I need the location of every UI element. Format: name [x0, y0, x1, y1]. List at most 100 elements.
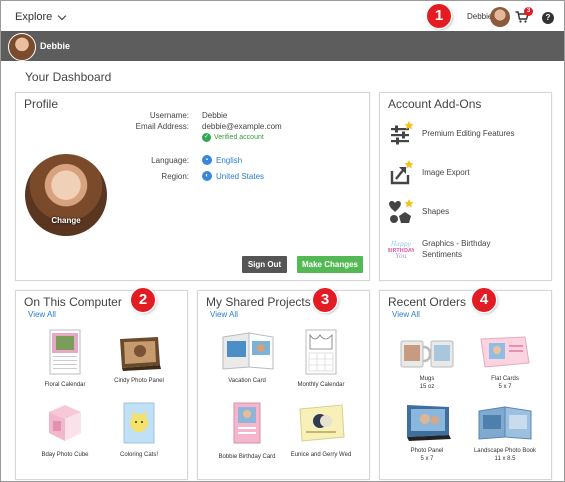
- photo-panel-thumbnail: [120, 337, 161, 371]
- mugs-thumbnail: [400, 340, 454, 368]
- sign-out-button[interactable]: Sign Out: [242, 256, 287, 273]
- project-item[interactable]: Vacation Card: [212, 331, 282, 385]
- profile-panel: Profile Change Username: Debbie Email Ad…: [15, 92, 370, 281]
- project-label: Cindy Photo Panel: [114, 378, 164, 384]
- on-computer-panel: On This Computer View All Floral Calenda…: [15, 290, 188, 480]
- project-label: Monthly Calendar: [297, 382, 345, 388]
- project-item[interactable]: Eunice and Gerry Wed: [286, 403, 356, 459]
- project-label: Coloring Cats!: [119, 452, 158, 458]
- shapes-star-icon: [389, 199, 414, 223]
- callout-badge: 2: [131, 288, 155, 312]
- photo-cube-thumbnail: [49, 405, 81, 441]
- help-icon[interactable]: ?: [542, 12, 554, 24]
- callout-badge: 4: [472, 288, 496, 312]
- view-all-link[interactable]: View All: [392, 310, 420, 319]
- addon-item[interactable]: Happy BIRTHDAY You Graphics - Birthday S…: [388, 236, 522, 262]
- addons-panel: Account Add-Ons Premium Editing Features…: [379, 92, 552, 281]
- project-item[interactable]: Cindy Photo Panel: [104, 335, 174, 385]
- svg-text:Happy: Happy: [390, 241, 411, 248]
- order-size: 11 x 8.5: [494, 456, 516, 462]
- top-bar: Explore Debbie 3 ?: [1, 1, 564, 31]
- project-item[interactable]: Bobbie Birthday Card: [212, 401, 282, 461]
- profile-photo[interactable]: Change: [25, 154, 107, 236]
- photo-book-thumbnail: [478, 406, 532, 440]
- birthday-graphic-icon: Happy BIRTHDAY You: [388, 239, 414, 260]
- cart-count-badge: 3: [524, 7, 533, 16]
- export-star-icon: [390, 160, 414, 185]
- order-label: Landscape Photo Book 11 x 8.5: [470, 447, 540, 463]
- region-label: Region:: [161, 172, 189, 181]
- avatar[interactable]: [490, 7, 510, 27]
- username-value: Debbie: [202, 111, 228, 120]
- addon-label: Graphics - Birthday Sentiments: [422, 239, 491, 259]
- username-label: Username:: [149, 111, 189, 120]
- language-label: Language:: [151, 156, 189, 165]
- addon-item[interactable]: Image Export: [388, 159, 470, 185]
- project-label: Bday Photo Cube: [41, 452, 89, 458]
- order-name: Mugs: [419, 376, 435, 382]
- vacation-card-thumbnail: [222, 332, 274, 370]
- callout-badge: 3: [313, 288, 337, 312]
- recent-orders-panel: Recent Orders View All Mugs 15 oz Flat C…: [379, 290, 552, 480]
- verified-label: Verified account: [214, 134, 264, 141]
- order-size: 5 x 7: [498, 384, 512, 390]
- addon-label: Shapes: [422, 206, 450, 216]
- project-item[interactable]: Coloring Cats!: [104, 401, 174, 459]
- user-bar: Debbie: [1, 31, 564, 61]
- birthday-card-thumbnail: [233, 402, 261, 444]
- region-link[interactable]: ◐ United States: [202, 171, 264, 181]
- page-title: Your Dashboard: [25, 70, 112, 84]
- addon-item[interactable]: Premium Editing Features: [388, 120, 514, 146]
- explore-menu[interactable]: Explore: [15, 11, 67, 23]
- order-item[interactable]: Landscape Photo Book 11 x 8.5: [470, 403, 540, 463]
- sliders-star-icon: [391, 121, 414, 145]
- project-label: Bobbie Birthday Card: [218, 454, 276, 460]
- language-value: English: [216, 155, 243, 165]
- user-avatar[interactable]: [8, 33, 36, 61]
- addon-label: Premium Editing Features: [422, 128, 515, 138]
- view-all-link[interactable]: View All: [28, 310, 56, 319]
- wedding-card-thumbnail: [299, 404, 345, 442]
- verified-status: ✓ Verified account: [202, 133, 264, 142]
- language-link[interactable]: ▪ English: [202, 155, 242, 165]
- project-label: Vacation Card: [228, 378, 266, 384]
- order-item[interactable]: Flat Cards 5 x 7: [470, 335, 540, 391]
- recent-orders-title: Recent Orders: [388, 295, 467, 309]
- project-item[interactable]: Bday Photo Cube: [30, 401, 100, 459]
- flat-cards-thumbnail: [480, 336, 530, 368]
- coloring-book-thumbnail: [123, 402, 155, 444]
- view-all-link[interactable]: View All: [210, 310, 238, 319]
- language-icon: ▪: [202, 155, 212, 165]
- order-label: Flat Cards 5 x 7: [470, 375, 540, 391]
- explore-label: Explore: [15, 11, 53, 23]
- order-size: 5 x 7: [420, 456, 434, 462]
- project-label: Floral Calendar: [44, 382, 86, 388]
- calendar-thumbnail: [49, 329, 81, 375]
- chevron-down-icon: [58, 11, 67, 20]
- order-item[interactable]: Mugs 15 oz: [392, 335, 462, 391]
- email-label: Email Address:: [135, 122, 189, 131]
- shared-projects-panel: My Shared Projects View All Vacation Car…: [197, 290, 370, 480]
- monthly-calendar-thumbnail: [305, 329, 337, 375]
- project-label: Eunice and Gerry Wed: [290, 452, 352, 458]
- project-item[interactable]: Monthly Calendar: [286, 329, 356, 389]
- user-name: Debbie: [40, 41, 71, 51]
- change-photo-label[interactable]: Change: [25, 216, 107, 225]
- email-value: debbie@example.com: [202, 122, 282, 131]
- globe-icon: ◐: [202, 171, 212, 181]
- region-value: United States: [216, 171, 265, 181]
- order-label: Mugs 15 oz: [392, 375, 462, 391]
- top-user-name[interactable]: Debbie: [467, 12, 492, 21]
- on-computer-title: On This Computer: [24, 295, 122, 309]
- project-item[interactable]: Floral Calendar: [30, 329, 100, 389]
- app-window: Explore Debbie 3 ? Debbie Your Dashboard…: [0, 0, 565, 482]
- order-item[interactable]: Photo Panel 5 x 7: [392, 403, 462, 463]
- order-name: Landscape Photo Book: [473, 448, 537, 454]
- make-changes-button[interactable]: Make Changes: [297, 256, 363, 273]
- profile-title: Profile: [24, 97, 59, 111]
- addon-item[interactable]: Shapes: [388, 198, 449, 224]
- check-icon: ✓: [202, 133, 211, 142]
- order-size: 15 oz: [419, 384, 435, 390]
- photo-panel-thumbnail: [407, 405, 451, 441]
- order-name: Photo Panel: [410, 448, 444, 454]
